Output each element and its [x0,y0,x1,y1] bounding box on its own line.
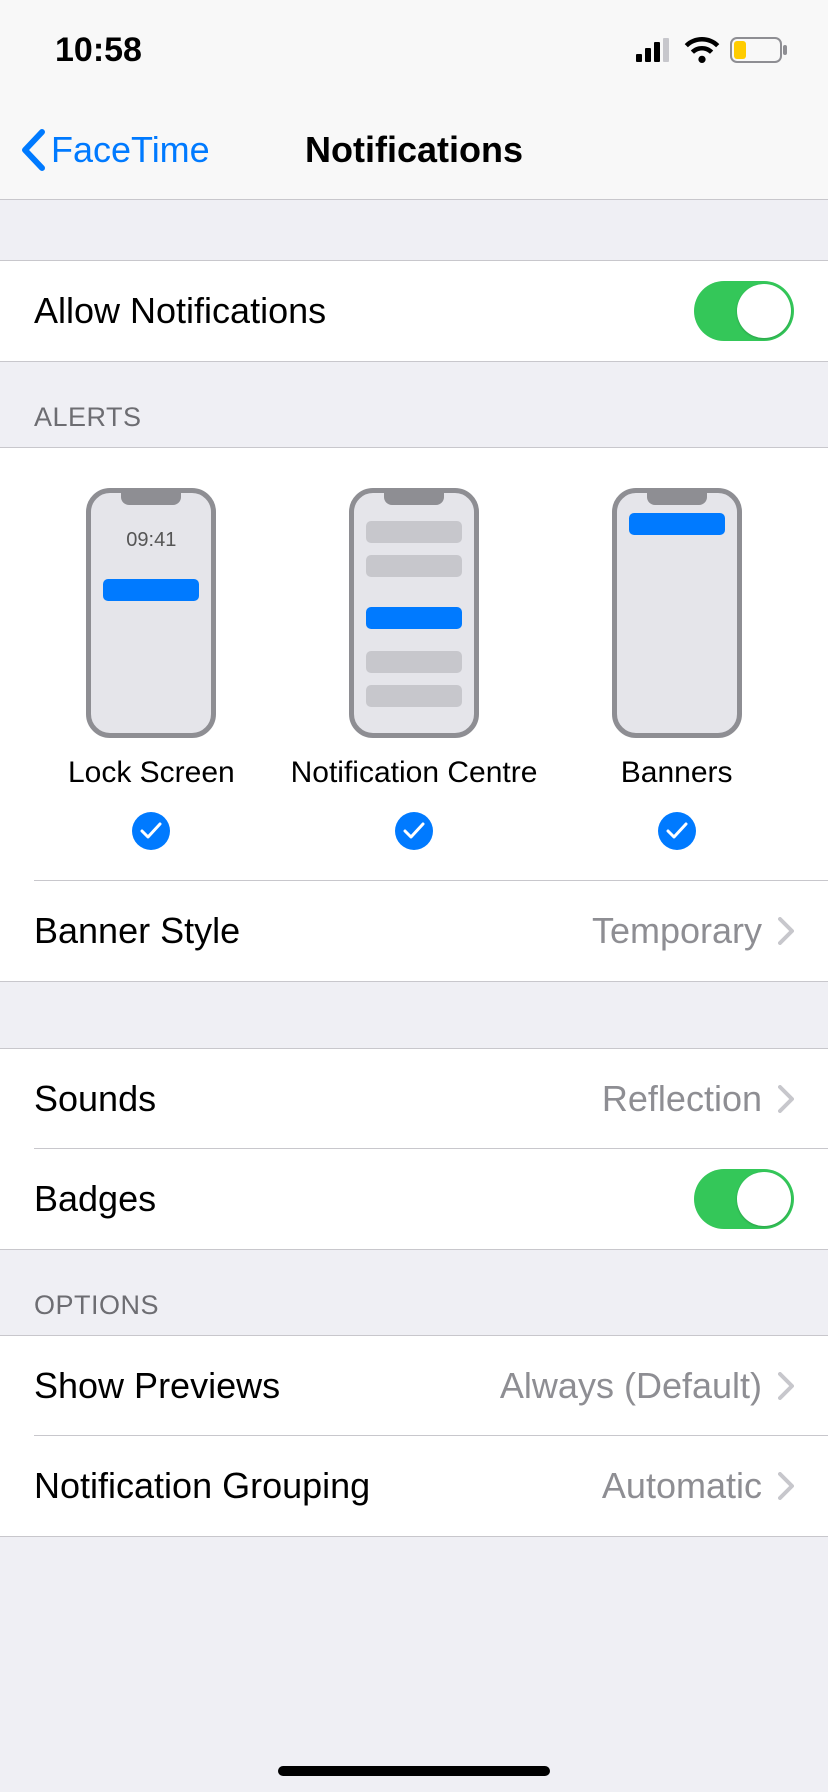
chevron-right-icon [778,1085,794,1113]
chevron-right-icon [778,1472,794,1500]
options-header: Options [0,1250,828,1335]
checkmark-icon [395,812,433,850]
wifi-icon [684,37,720,63]
badges-label: Badges [34,1178,156,1220]
checkmark-icon [132,812,170,850]
allow-notifications-label: Allow Notifications [34,290,326,332]
home-indicator [278,1766,550,1776]
battery-icon [730,37,788,63]
notification-centre-icon [349,488,479,738]
banners-icon [612,488,742,738]
alert-option-lockscreen[interactable]: 09:41 Lock Screen [20,488,283,850]
status-indicators [636,37,788,63]
status-time: 10:58 [55,31,142,70]
alert-option-label: Notification Centre [291,756,538,790]
sounds-cell[interactable]: Sounds Reflection [0,1049,828,1149]
back-button[interactable]: FaceTime [20,129,210,171]
alert-option-label: Banners [621,756,733,790]
alert-option-banners[interactable]: Banners [545,488,808,850]
notification-grouping-label: Notification Grouping [34,1465,370,1507]
notification-grouping-value: Automatic [602,1465,762,1507]
alert-style-row: 09:41 Lock Screen Notification Centre [0,448,828,880]
allow-notifications-cell[interactable]: Allow Notifications [0,261,828,361]
show-previews-value: Always (Default) [500,1365,762,1407]
sounds-badges-group: Sounds Reflection Badges [0,1048,828,1250]
lockscreen-icon: 09:41 [86,488,216,738]
banner-style-cell[interactable]: Banner Style Temporary [0,881,828,981]
nav-bar: FaceTime Notifications [0,100,828,200]
badges-cell[interactable]: Badges [0,1149,828,1249]
chevron-right-icon [778,917,794,945]
page-title: Notifications [305,129,523,171]
banner-style-value: Temporary [592,910,762,952]
alerts-group: 09:41 Lock Screen Notification Centre [0,447,828,982]
banner-style-label: Banner Style [34,910,240,952]
alert-option-notification-centre[interactable]: Notification Centre [283,488,546,850]
checkmark-icon [658,812,696,850]
alert-option-label: Lock Screen [68,756,235,790]
show-previews-cell[interactable]: Show Previews Always (Default) [0,1336,828,1436]
show-previews-label: Show Previews [34,1365,280,1407]
back-label: FaceTime [51,129,210,171]
notification-grouping-cell[interactable]: Notification Grouping Automatic [0,1436,828,1536]
sounds-label: Sounds [34,1078,156,1120]
chevron-right-icon [778,1372,794,1400]
allow-notifications-toggle[interactable] [694,281,794,341]
allow-notifications-group: Allow Notifications [0,260,828,362]
badges-toggle[interactable] [694,1169,794,1229]
alerts-header: Alerts [0,362,828,447]
cellular-icon [636,38,674,62]
chevron-left-icon [20,129,45,171]
options-group: Show Previews Always (Default) Notificat… [0,1335,828,1537]
sounds-value: Reflection [602,1078,762,1120]
status-bar: 10:58 [0,0,828,100]
